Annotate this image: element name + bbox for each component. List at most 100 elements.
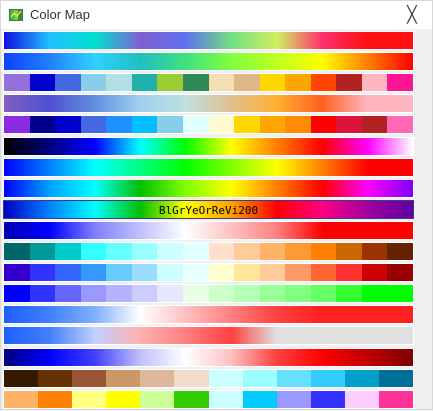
color-swatch [336,116,364,134]
color-swatch [72,390,108,408]
color-swatch [336,243,364,261]
color-swatch [378,369,413,387]
color-swatch [4,390,40,408]
colormap-row[interactable] [3,31,414,51]
colormap-row[interactable] [3,94,414,114]
color-swatch [361,116,389,134]
close-button[interactable]: ╳ [400,5,424,25]
colormap-row[interactable] [3,178,414,198]
color-swatch [361,264,389,282]
color-swatch [208,264,236,282]
color-swatch [174,369,210,387]
color-map-window: Color Map ╳ BlGrYeOrReVi200 [0,0,433,410]
color-swatch [55,264,82,282]
colormap-row[interactable] [3,284,414,304]
color-swatch [208,369,244,387]
color-swatch [310,116,338,134]
vertical-scrollbar[interactable] [417,30,432,409]
colormap-row[interactable] [3,326,414,346]
color-swatch [55,243,82,261]
color-swatch [276,390,312,408]
color-swatch [259,243,287,261]
color-swatch [131,264,159,282]
color-swatch [55,116,82,134]
color-swatch [336,285,364,303]
color-swatch [182,243,210,261]
color-swatch [29,243,57,261]
color-swatch [234,264,261,282]
color-swatch [140,390,176,408]
color-swatch [182,74,210,92]
color-swatch [4,116,31,134]
color-swatch [106,74,134,92]
color-swatch [208,243,236,261]
color-swatch [38,390,74,408]
color-swatch [80,243,108,261]
colormap-row[interactable] [3,136,414,156]
color-swatch [285,264,312,282]
color-swatch [131,116,159,134]
color-swatch [4,243,31,261]
colormap-row[interactable]: BlGrYeOrReVi200 [3,199,414,219]
colormap-row[interactable] [3,115,414,135]
color-swatch [55,74,82,92]
color-swatch [106,243,134,261]
color-swatch [29,285,57,303]
color-swatch [29,116,57,134]
colormap-row[interactable] [3,157,414,177]
color-swatch [361,74,389,92]
color-swatch [310,369,347,387]
color-swatch [234,243,261,261]
color-swatch [387,243,413,261]
color-swatch [259,285,287,303]
colormap-row[interactable] [3,305,414,325]
color-swatch [344,369,381,387]
close-icon: ╳ [407,5,417,24]
color-swatch [259,74,287,92]
scrollbar-thumb[interactable] [419,32,430,407]
colormap-row[interactable] [3,220,414,240]
color-swatch [387,285,413,303]
color-swatch [285,116,312,134]
color-swatch [361,243,389,261]
color-swatch [234,285,261,303]
color-swatch [285,285,312,303]
color-swatch [387,116,413,134]
color-swatch [259,264,287,282]
color-swatch [310,74,338,92]
colormap-row[interactable] [3,263,414,283]
colormap-row[interactable] [3,242,414,262]
color-swatch [344,390,381,408]
colormap-list: BlGrYeOrReVi200 [1,30,416,411]
color-swatch [106,390,142,408]
color-swatch [157,74,185,92]
color-swatch [140,369,176,387]
color-swatch [336,264,364,282]
color-swatch [234,74,261,92]
color-swatch [242,390,278,408]
color-swatch [310,264,338,282]
color-swatch [157,285,185,303]
color-swatch [4,74,31,92]
colormap-row[interactable] [3,52,414,72]
color-swatch [208,116,236,134]
color-swatch [80,285,108,303]
color-swatch [208,74,236,92]
color-swatch [29,264,57,282]
window-title: Color Map [30,7,90,22]
color-swatch [80,116,108,134]
color-swatch [80,264,108,282]
color-swatch [131,243,159,261]
colormap-row[interactable] [3,73,414,93]
color-swatch [310,285,338,303]
colormap-row[interactable] [3,347,414,367]
color-swatch [387,264,413,282]
colormap-row[interactable] [3,389,414,409]
colormap-name: BlGrYeOrReVi200 [158,203,259,217]
color-swatch [310,390,347,408]
color-swatch [106,369,142,387]
colormap-row[interactable] [3,368,414,388]
color-swatch [106,285,134,303]
color-swatch [38,369,74,387]
color-swatch [182,116,210,134]
